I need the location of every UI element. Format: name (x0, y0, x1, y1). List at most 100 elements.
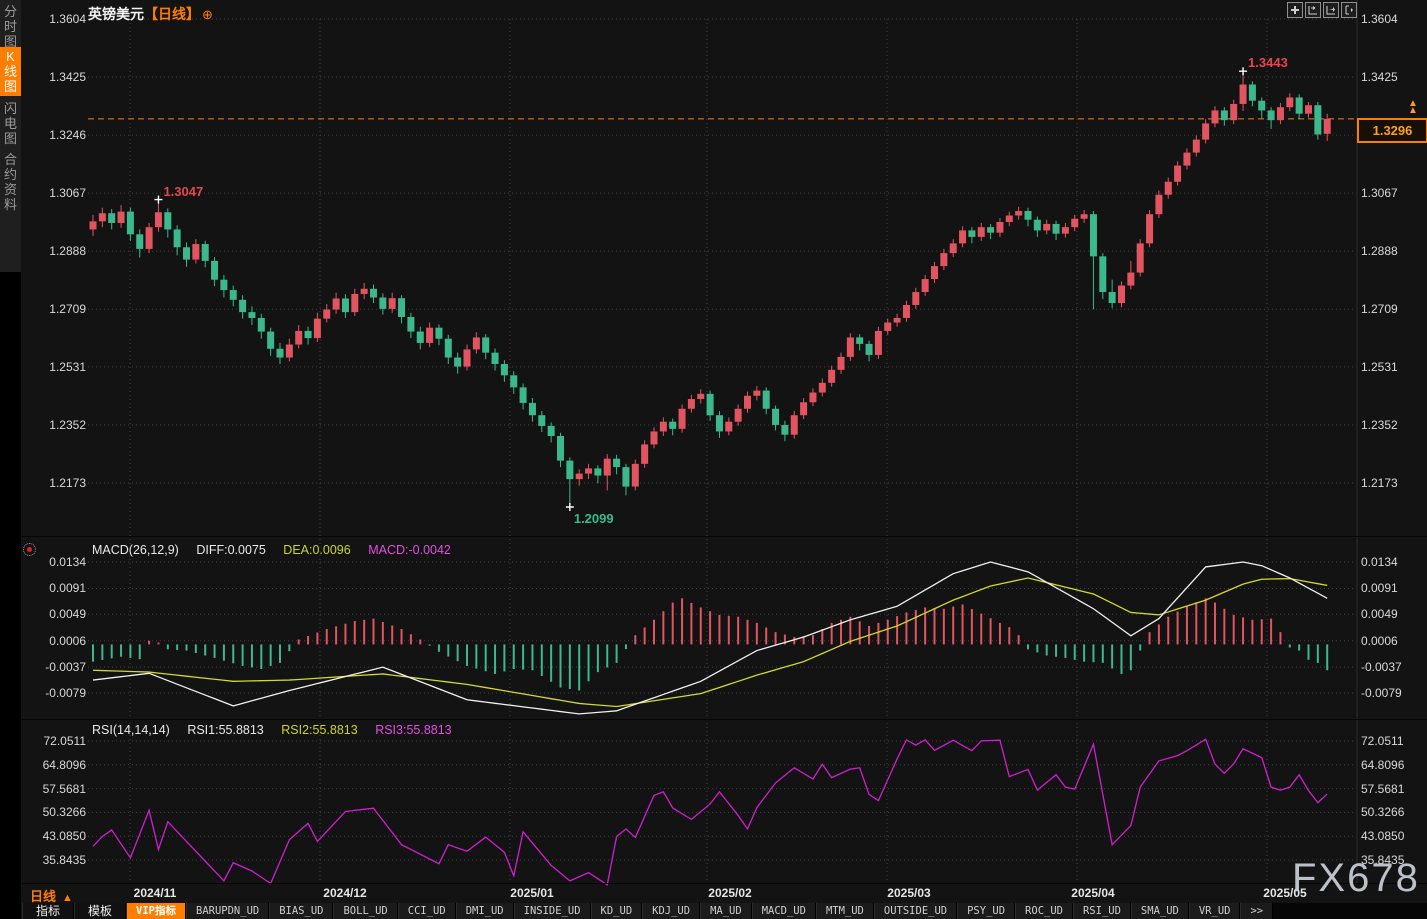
candle (1220, 110, 1228, 121)
candle (1155, 194, 1163, 215)
candle (1043, 223, 1051, 231)
candle (491, 352, 499, 365)
candle (257, 317, 265, 332)
candle (1323, 118, 1331, 134)
candle (276, 348, 284, 358)
candle (229, 290, 237, 300)
sidebar-item-K线图[interactable]: K线图 (0, 47, 21, 96)
candle (1071, 218, 1079, 228)
candle (1089, 214, 1097, 257)
tab-MTM_UD[interactable]: MTM_UD (815, 903, 874, 919)
candle (211, 260, 219, 280)
candle (1118, 285, 1125, 304)
price-axis-label-right: 43.0850 (1361, 829, 1405, 844)
candle (370, 288, 377, 298)
candle (641, 444, 649, 464)
tab-KD_UD[interactable]: KD_UD (590, 903, 643, 919)
tab-BARUPDN_UD[interactable]: BARUPDN_UD (186, 903, 270, 919)
tab-VR_UD[interactable]: VR_UD (1188, 903, 1241, 919)
candle (164, 212, 172, 230)
price-axis-label-right: 1.3067 (1361, 186, 1398, 201)
rsi1-value: RSI1:55.8813 (187, 723, 264, 737)
tab-SMA_UD[interactable]: SMA_UD (1130, 903, 1189, 919)
panel-separator (22, 883, 1427, 884)
candle (313, 318, 321, 339)
sidebar-item-闪电图[interactable]: 闪电图 (0, 101, 21, 146)
tab-BIAS_UD[interactable]: BIAS_UD (269, 903, 334, 919)
macd-diff-value: DIFF:0.0075 (196, 543, 266, 557)
tab->>[interactable]: >> (1240, 903, 1274, 919)
candle (248, 312, 256, 318)
price-axis-label-right: 1.2531 (1361, 359, 1398, 374)
tab-VIP指标[interactable]: VIP指标 (126, 903, 186, 919)
restore-view-icon[interactable] (1341, 2, 1357, 18)
candle (154, 212, 162, 228)
candle (89, 221, 97, 230)
date-axis-label: 2025/02 (708, 886, 752, 900)
macd-dea-value: DEA:0.0096 (283, 543, 351, 557)
tab-DMI_UD[interactable]: DMI_UD (455, 903, 514, 919)
candle (295, 330, 303, 345)
tab-RSI_UD[interactable]: RSI_UD (1072, 903, 1131, 919)
price-axis-label-right: 1.2888 (1361, 244, 1398, 259)
macd-value: MACD:-0.0042 (368, 543, 451, 557)
candle (846, 337, 854, 357)
tab-PSY_UD[interactable]: PSY_UD (957, 903, 1016, 919)
candle (874, 330, 882, 355)
candle (566, 460, 574, 480)
candle (706, 393, 714, 416)
chart-canvas[interactable] (0, 0, 1427, 919)
tab-ROC_UD[interactable]: ROC_UD (1015, 903, 1073, 919)
tab-KDJ_UD[interactable]: KDJ_UD (642, 903, 701, 919)
chart-toolbar (1287, 2, 1357, 18)
candle (1192, 139, 1200, 153)
add-indicator-icon[interactable]: ⊕ (202, 7, 213, 22)
chart-type-sidebar: 分时图 K线图闪电图合约资料 (0, 0, 21, 919)
chart-title: 英镑美元【日线】 ⊕ (88, 4, 213, 24)
candle (603, 458, 611, 476)
price-axis-label-left: 1.2352 (49, 417, 86, 432)
watermark: FX678 (1292, 856, 1420, 900)
candle (959, 230, 967, 244)
tab-OUTSIDE_UD[interactable]: OUTSIDE_UD (873, 903, 958, 919)
candle (1174, 165, 1182, 182)
candle (781, 424, 789, 435)
price-axis-label-left: 0.0091 (49, 581, 86, 596)
price-up-arrow-icon: ▲ ▲ (1408, 98, 1418, 116)
sidebar-item-分时图[interactable]: 分时图 (0, 4, 21, 49)
candle (902, 304, 910, 318)
candle (126, 211, 134, 235)
x-axis-shift-icon[interactable] (1323, 2, 1339, 18)
candle (669, 421, 677, 429)
candle (332, 298, 340, 310)
candle (435, 327, 443, 339)
candle (267, 331, 275, 349)
indicator-settings-icon[interactable] (23, 543, 36, 556)
candle (538, 415, 546, 426)
candle (426, 327, 434, 343)
candle (528, 402, 536, 416)
tab-INSIDE_UD[interactable]: INSIDE_UD (513, 903, 591, 919)
candle (744, 395, 751, 409)
macd-title: MACD(26,12,9) (92, 543, 179, 557)
candle (379, 297, 387, 309)
price-axis-label-right: 0.0049 (1361, 607, 1398, 622)
price-axis-label-right: 1.3604 (1361, 12, 1398, 26)
tab-指标[interactable]: 指标 (22, 903, 75, 919)
tab-CCI_UD[interactable]: CCI_UD (397, 903, 456, 919)
tab-MACD_UD[interactable]: MACD_UD (751, 903, 816, 919)
date-axis-label: 2024/12 (323, 886, 367, 900)
price-axis-label-right: 1.2709 (1361, 302, 1398, 317)
move-icon[interactable] (1287, 2, 1303, 18)
tab-BOLL_UD[interactable]: BOLL_UD (333, 903, 398, 919)
price-axis-label-left: 0.0049 (49, 607, 86, 622)
x-axis-scale-icon[interactable] (1305, 2, 1321, 18)
candle (239, 299, 247, 313)
tab-模板[interactable]: 模板 (74, 903, 127, 919)
candle (1202, 123, 1210, 140)
candle (557, 435, 564, 461)
tab-MA_UD[interactable]: MA_UD (700, 903, 752, 919)
price-axis-label-left: 72.0511 (43, 734, 87, 748)
candle (837, 356, 845, 370)
sidebar-item-合约资料[interactable]: 合约资料 (0, 152, 21, 212)
